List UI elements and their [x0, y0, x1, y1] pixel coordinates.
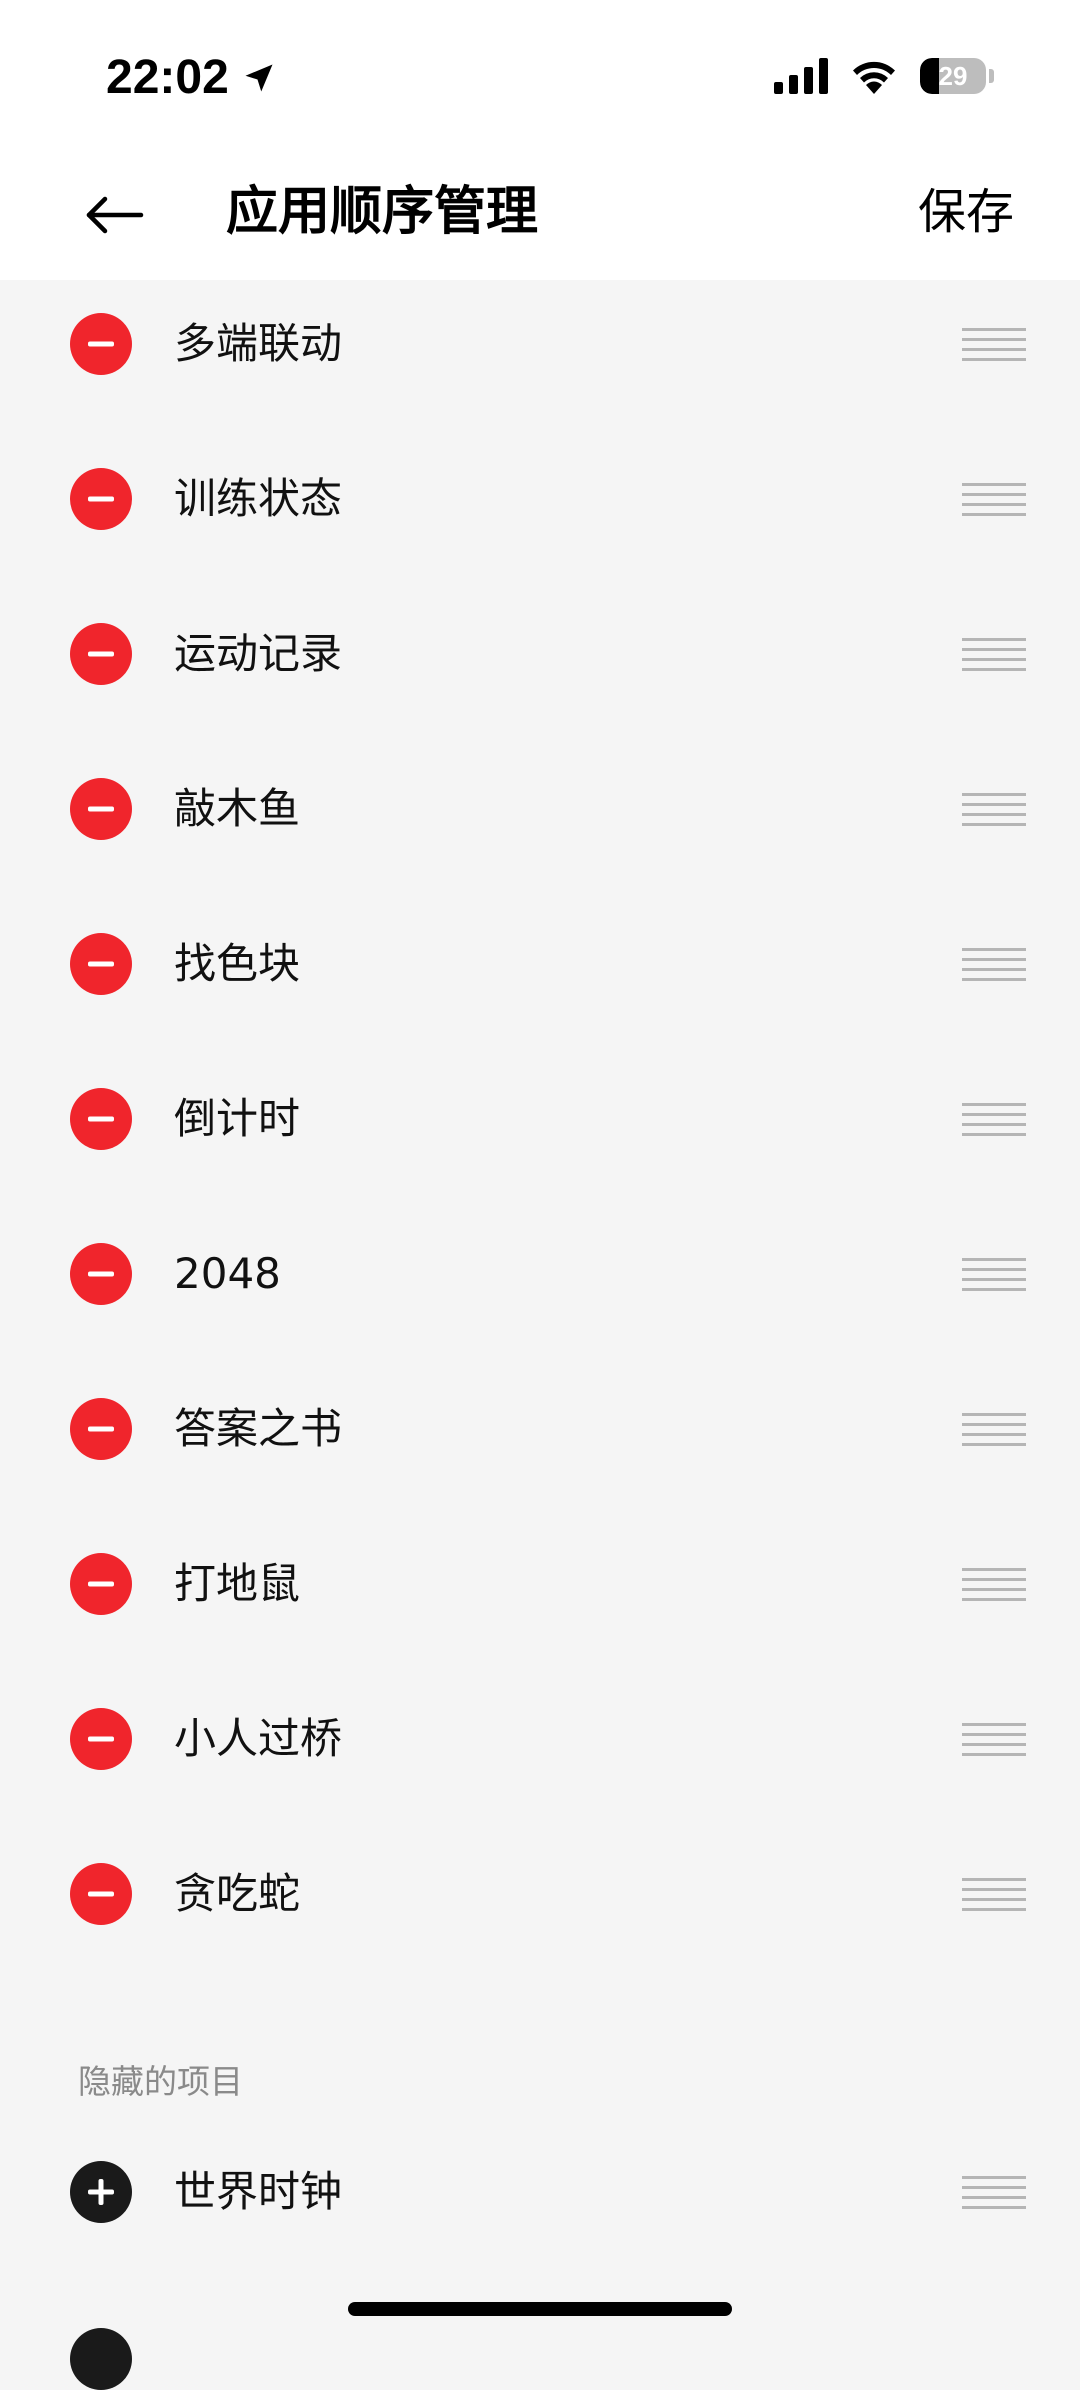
drag-handle-icon[interactable]	[962, 1863, 1026, 1925]
drag-handle-icon[interactable]	[962, 778, 1026, 840]
minus-icon	[88, 1426, 114, 1432]
battery-cap	[989, 69, 994, 83]
minus-icon	[88, 1271, 114, 1277]
item-label: 世界时钟	[174, 2167, 343, 2216]
drag-handle-icon[interactable]	[962, 1398, 1026, 1460]
arrow-left-icon	[86, 196, 144, 234]
minus-icon	[88, 1116, 114, 1122]
location-arrow-icon	[241, 60, 277, 96]
item-label: 敲木鱼	[174, 784, 301, 833]
home-indicator	[348, 2302, 732, 2316]
back-button[interactable]	[70, 180, 160, 250]
remove-button[interactable]	[70, 933, 132, 995]
item-label: 贪吃蛇	[174, 1869, 301, 1918]
status-bar: 22:02 29	[0, 0, 1080, 150]
remove-button[interactable]	[70, 1708, 132, 1770]
drag-handle-icon[interactable]	[962, 623, 1026, 685]
remove-button[interactable]	[70, 1088, 132, 1150]
minus-icon	[88, 961, 114, 967]
status-time-text: 22:02	[106, 51, 229, 104]
remove-button[interactable]	[70, 1398, 132, 1460]
battery-indicator: 29	[920, 58, 986, 94]
list-item: 倒计时	[0, 1055, 1080, 1210]
item-label: 2048	[174, 1249, 281, 1298]
drag-handle-icon[interactable]	[962, 933, 1026, 995]
item-label: 答案之书	[174, 1404, 343, 1453]
drag-handle-icon[interactable]	[962, 2161, 1026, 2223]
list-item: 答案之书	[0, 1365, 1080, 1520]
status-indicators: 29	[774, 58, 994, 94]
list-item: 贪吃蛇	[0, 1830, 1080, 1985]
list-item: 多端联动	[0, 280, 1080, 435]
item-label: 倒计时	[174, 1094, 301, 1143]
minus-icon	[88, 1891, 114, 1897]
remove-button[interactable]	[70, 1863, 132, 1925]
minus-icon	[88, 341, 114, 347]
item-label: 训练状态	[174, 474, 343, 523]
add-button-partial[interactable]	[70, 2328, 132, 2390]
cellular-signal-icon	[774, 58, 828, 94]
drag-handle-icon[interactable]	[962, 468, 1026, 530]
minus-icon	[88, 806, 114, 812]
list-item: 找色块	[0, 900, 1080, 1055]
remove-button[interactable]	[70, 1553, 132, 1615]
minus-icon	[88, 651, 114, 657]
list-item: 敲木鱼	[0, 745, 1080, 900]
drag-handle-icon[interactable]	[962, 1708, 1026, 1770]
remove-button[interactable]	[70, 468, 132, 530]
wifi-icon	[853, 61, 895, 94]
drag-handle-icon[interactable]	[962, 313, 1026, 375]
list-item: 小人过桥	[0, 1675, 1080, 1830]
plus-icon	[88, 2179, 114, 2205]
add-button[interactable]	[70, 2161, 132, 2223]
battery-fill	[920, 58, 940, 94]
list-item: 运动记录	[0, 590, 1080, 745]
drag-handle-icon[interactable]	[962, 1553, 1026, 1615]
status-time: 22:02	[106, 50, 277, 105]
remove-button[interactable]	[70, 1243, 132, 1305]
remove-button[interactable]	[70, 623, 132, 685]
item-label: 找色块	[174, 939, 301, 988]
minus-icon	[88, 1581, 114, 1587]
item-label: 运动记录	[174, 629, 343, 678]
minus-icon	[88, 1736, 114, 1742]
list-item: 世界时钟	[0, 2128, 1080, 2283]
list-item: 训练状态	[0, 435, 1080, 590]
page-title: 应用顺序管理	[226, 182, 539, 242]
nav-header: 应用顺序管理 保存	[0, 150, 1080, 280]
remove-button[interactable]	[70, 313, 132, 375]
list-item: 打地鼠	[0, 1520, 1080, 1675]
remove-button[interactable]	[70, 778, 132, 840]
battery-level-text: 29	[938, 60, 968, 91]
minus-icon	[88, 496, 114, 502]
item-label: 多端联动	[174, 319, 343, 368]
drag-handle-icon[interactable]	[962, 1243, 1026, 1305]
hidden-section-title: 隐藏的项目	[78, 2062, 243, 2101]
list-item: 2048	[0, 1210, 1080, 1365]
item-label: 打地鼠	[174, 1559, 301, 1608]
save-button[interactable]: 保存	[918, 172, 1014, 252]
drag-handle-icon[interactable]	[962, 1088, 1026, 1150]
item-label: 小人过桥	[174, 1714, 343, 1763]
